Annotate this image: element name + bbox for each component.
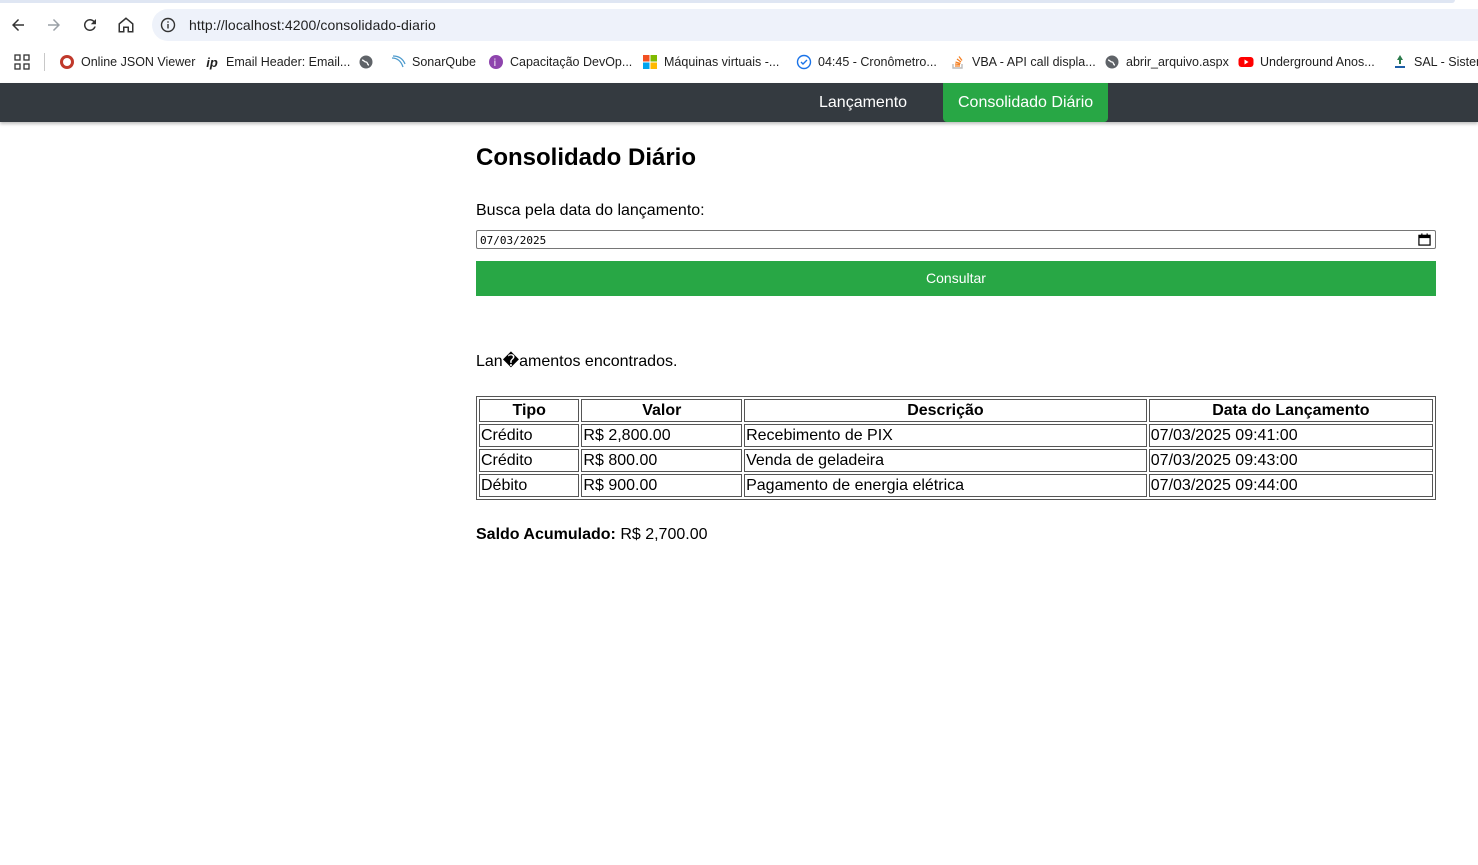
reload-button[interactable] <box>78 13 102 37</box>
bookmark-cronometro[interactable]: 04:45 - Cronômetro... <box>796 53 937 71</box>
forward-button[interactable] <box>42 13 66 37</box>
bookmark-label: SAL - Sistem <box>1414 55 1478 69</box>
cell-tipo: Crédito <box>479 424 580 447</box>
bookmark-label: Máquinas virtuais -... <box>664 55 780 69</box>
header-valor: Valor <box>581 399 743 422</box>
cell-tipo: Débito <box>479 474 580 497</box>
header-tipo: Tipo <box>479 399 580 422</box>
bookmark-online-json-viewer[interactable]: Online JSON Viewer <box>59 53 195 71</box>
results-table: Tipo Valor Descrição Data do Lançamento … <box>476 396 1436 500</box>
cell-descricao: Venda de geladeira <box>744 449 1147 472</box>
cell-data: 07/03/2025 09:44:00 <box>1148 474 1433 497</box>
bookmark-sonarqube[interactable]: SonarQube <box>390 53 476 71</box>
devops-icon: i <box>488 54 504 70</box>
app-navbar: Lançamento Consolidado Diário <box>0 83 1478 122</box>
home-button[interactable] <box>114 13 138 37</box>
bookmark-capacitacao-devops[interactable]: i Capacitação DevOp... <box>488 53 632 71</box>
bookmark-globe[interactable] <box>358 53 380 71</box>
bookmark-sal-sistema[interactable]: SAL - Sistem <box>1392 53 1478 71</box>
cell-valor: R$ 900.00 <box>581 474 743 497</box>
cell-valor: R$ 2,800.00 <box>581 424 743 447</box>
cell-descricao: Recebimento de PIX <box>744 424 1147 447</box>
table-row: Débito R$ 900.00 Pagamento de energia el… <box>479 474 1433 497</box>
bookmark-abrir-arquivo[interactable]: abrir_arquivo.aspx <box>1104 53 1229 71</box>
date-input-value: 07/03/2025 <box>480 234 547 247</box>
svg-text:i: i <box>494 58 497 69</box>
saldo-acumulado: Saldo Acumulado: R$ 2,700.00 <box>476 526 708 544</box>
microsoft-icon <box>642 54 658 70</box>
bookmark-label: VBA - API call displa... <box>972 55 1096 69</box>
reload-icon <box>83 18 96 31</box>
saldo-value: R$ 2,700.00 <box>620 526 708 543</box>
bookmark-email-header[interactable]: ip Email Header: Email... <box>204 53 350 71</box>
calendar-icon[interactable] <box>1418 233 1431 246</box>
saldo-label: Saldo Acumulado: <box>476 526 616 543</box>
cell-data: 07/03/2025 09:43:00 <box>1148 449 1433 472</box>
nav-link-consolidado-diario[interactable]: Consolidado Diário <box>943 83 1109 122</box>
date-input[interactable]: 07/03/2025 <box>476 230 1436 249</box>
back-button[interactable] <box>6 13 30 37</box>
stopwatch-icon <box>796 54 812 70</box>
table-row: Crédito R$ 2,800.00 Recebimento de PIX 0… <box>479 424 1433 447</box>
site-info-icon[interactable] <box>160 17 176 33</box>
cell-descricao: Pagamento de energia elétrica <box>744 474 1147 497</box>
sal-icon <box>1392 54 1408 70</box>
browser-toolbar: http://localhost:4200/consolidado-diario <box>0 3 1478 45</box>
home-icon <box>118 17 134 33</box>
bookmark-label: Capacitação DevOp... <box>510 55 633 69</box>
youtube-icon <box>1238 54 1254 70</box>
bookmark-label: SonarQube <box>412 55 476 69</box>
consultar-button[interactable]: Consultar <box>476 261 1436 296</box>
header-data-lancamento: Data do Lançamento <box>1148 399 1433 422</box>
bookmarks-bar: Online JSON Viewer ip Email Header: Emai… <box>0 45 1478 79</box>
forward-arrow-icon <box>48 19 60 31</box>
bookmark-label: Online JSON Viewer <box>81 55 196 69</box>
stackoverflow-icon <box>950 54 966 70</box>
bookmark-vba-api[interactable]: VBA - API call displa... <box>950 53 1096 71</box>
header-descricao: Descrição <box>744 399 1147 422</box>
url-text: http://localhost:4200/consolidado-diario <box>189 17 436 33</box>
back-arrow-icon <box>12 19 24 31</box>
bookmark-underground[interactable]: Underground Anos... <box>1238 53 1375 71</box>
cell-tipo: Crédito <box>479 449 580 472</box>
page-title: Consolidado Diário <box>476 144 697 171</box>
cell-valor: R$ 800.00 <box>581 449 743 472</box>
globe-icon <box>1104 54 1120 70</box>
bookmark-maquinas-virtuais[interactable]: Máquinas virtuais -... <box>642 53 779 71</box>
results-message: Lan�amentos encontrados. <box>476 353 678 370</box>
apps-grid-icon[interactable] <box>14 54 30 70</box>
sonarqube-icon <box>390 54 406 70</box>
address-bar[interactable]: http://localhost:4200/consolidado-diario <box>152 9 1478 41</box>
bookmark-label: Underground Anos... <box>1260 55 1375 69</box>
ip-icon: ip <box>206 54 218 70</box>
bookmark-label: Email Header: Email... <box>226 55 351 69</box>
search-date-label: Busca pela data do lançamento: <box>476 202 705 219</box>
bookmarks-divider <box>44 53 45 71</box>
nav-link-lancamento[interactable]: Lançamento <box>804 83 922 122</box>
globe-icon <box>358 54 374 70</box>
json-viewer-icon <box>59 54 75 70</box>
table-header-row: Tipo Valor Descrição Data do Lançamento <box>479 399 1433 422</box>
bookmark-label: abrir_arquivo.aspx <box>1126 55 1229 69</box>
table-row: Crédito R$ 800.00 Venda de geladeira 07/… <box>479 449 1433 472</box>
cell-data: 07/03/2025 09:41:00 <box>1148 424 1433 447</box>
bookmark-label: 04:45 - Cronômetro... <box>818 55 937 69</box>
